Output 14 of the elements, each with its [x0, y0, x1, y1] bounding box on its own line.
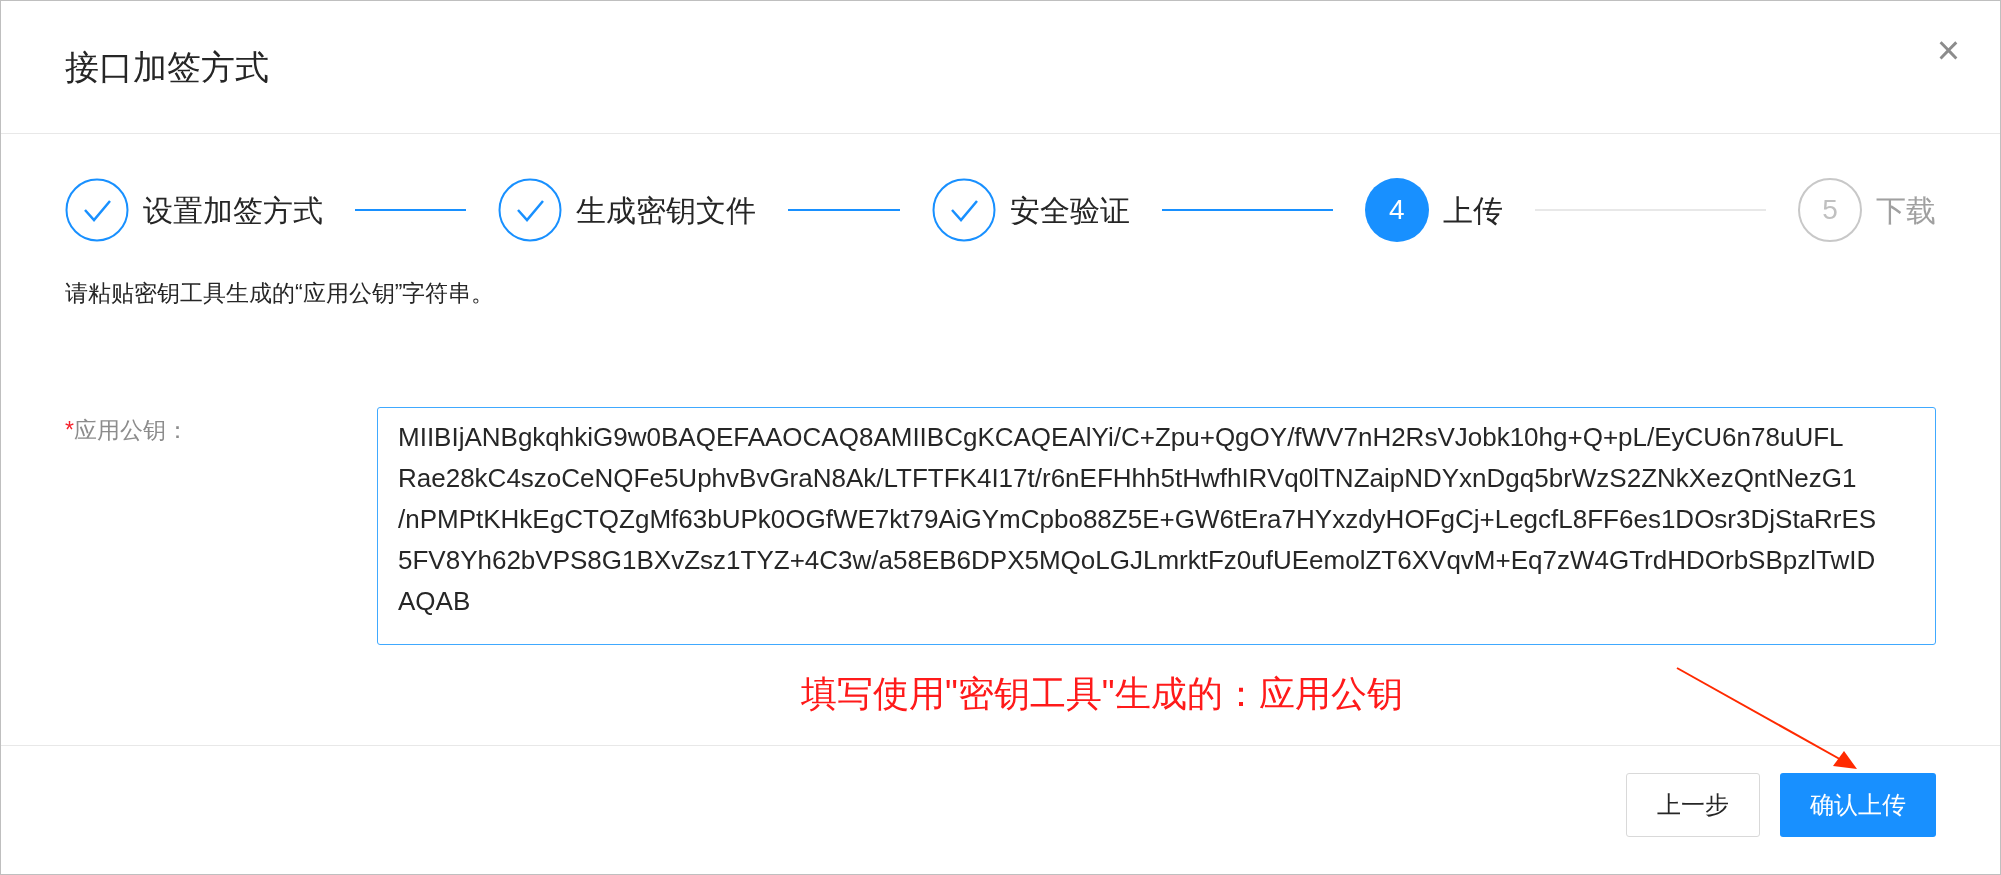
step-label: 设置加签方式 [143, 192, 323, 229]
instruction-text: 请粘贴密钥工具生成的“应用公钥”字符串。 [65, 280, 495, 306]
step-label: 生成密钥文件 [576, 192, 757, 229]
dialog-title: 接口加签方式 [65, 46, 269, 88]
back-button[interactable]: 上一步 [1626, 772, 1760, 837]
required-mark: * [65, 415, 74, 445]
step-label: 安全验证 [1009, 192, 1130, 229]
annotation-text: 填写使用"密钥工具"生成的：应用公钥 [801, 672, 1403, 714]
step-label: 上传 [1442, 192, 1503, 229]
step-label: 下载 [1876, 192, 1936, 229]
step-number: 5 [1798, 178, 1862, 242]
step-number: 4 [1364, 178, 1429, 242]
field-label: 应用公钥： [73, 415, 189, 445]
public-key-field[interactable]: MIIBIjANBgkqhkiG9w0BAQEFAAOCAQ8AMIIBCgKCAQEAlYi/C+Zpu+QgOY/fWV7nH2RsVJobk10hg+Q+pL/EyCU6n78uUFL Rae28kC4szoCeNQFe5UphvBvGraN8Ak/LTFTFK4I17t/r6nEFHhh5tHwfhIRVq0lTNZaipNDYxnDgq5brWzS2ZNkXezQntNezG1 /nPMPtKHkEgCTQZgMf63bUPk0OGfWE7kt79AiGYmCpbo88Z5E+GW6tEra7HYxzdyHOFgCj+LegcfL8FF6es1DOsr3DjStaRrES 5FV8Yh62bVPS8G1BXvZsz1TYZ+4C3w/a58EB6DPX5MQoLGJLmrktFz0ufUEemolZT6XVqvM+Eq7zW4GTrdHDOrbSBpzlTwID AQAB [377, 406, 1936, 645]
